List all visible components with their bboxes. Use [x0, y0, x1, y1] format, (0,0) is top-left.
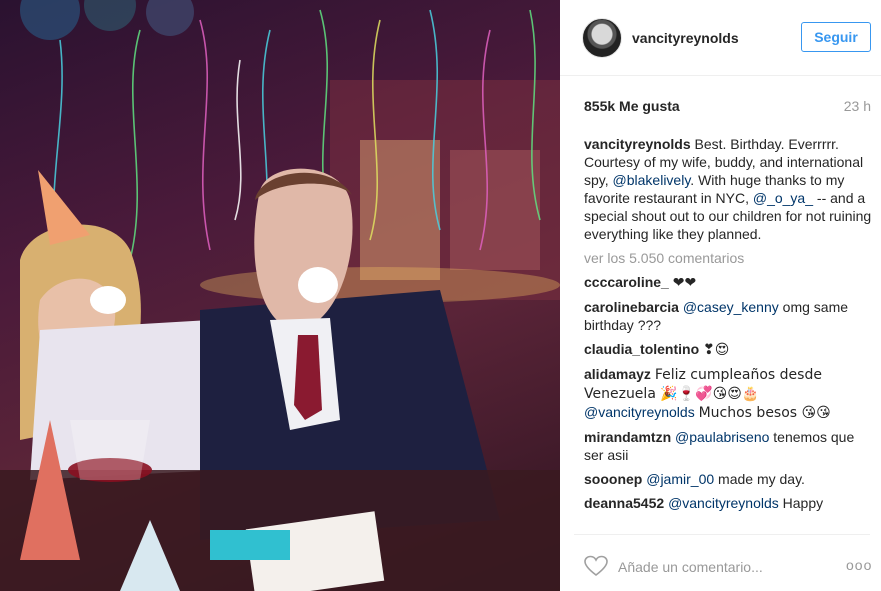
comment-item: sooonep @jamir_00 made my day. — [584, 470, 872, 488]
comment-footer: Añade un comentario... ooo — [574, 534, 872, 591]
comment-username[interactable]: claudia_tolentino — [584, 341, 699, 357]
comment-text: Happy — [782, 495, 824, 511]
comment-mention[interactable]: @paulabriseno — [675, 429, 769, 445]
comment-item: carolinebarcia @casey_kenny omg same bir… — [584, 298, 872, 334]
comment-mention[interactable]: @casey_kenny — [683, 299, 779, 315]
caption-username[interactable]: vancityreynolds — [584, 136, 691, 152]
heart-icon[interactable] — [584, 555, 608, 577]
comment-mention[interactable]: @jamir_00 — [646, 471, 714, 487]
comment-username[interactable]: sooonep — [584, 471, 642, 487]
caption-mention[interactable]: @blakelively — [613, 172, 691, 188]
comment-item: @vancityreynolds Muchos besos 😘😘 — [584, 403, 872, 422]
comment-username[interactable]: carolinebarcia — [584, 299, 679, 315]
comment-mention[interactable]: @vancityreynolds — [668, 495, 779, 511]
add-comment-input[interactable]: Añade un comentario... — [618, 559, 763, 575]
post-timestamp[interactable]: 23 h — [844, 98, 871, 114]
post-caption: vancityreynolds Best. Birthday. Everrrrr… — [584, 135, 872, 243]
comment-item: mirandamtzn @paulabriseno tenemos que se… — [584, 428, 872, 464]
likes-count[interactable]: 855k Me gusta — [584, 98, 680, 114]
comment-item: alidamayz Feliz cumpleaños desde Venezue… — [584, 365, 872, 403]
caption-mention[interactable]: @_o_ya_ — [753, 190, 813, 206]
comment-mention[interactable]: @vancityreynolds — [584, 404, 695, 420]
comments-list: vancityreynolds Best. Birthday. Everrrrr… — [584, 135, 872, 518]
post-header: vancityreynolds Seguir — [560, 0, 881, 76]
comment-username[interactable]: deanna5452 — [584, 495, 664, 511]
comment-item: deanna5452 @vancityreynolds Happy — [584, 494, 872, 512]
view-all-comments-link[interactable]: ver los 5.050 comentarios — [584, 249, 872, 267]
follow-button[interactable]: Seguir — [801, 22, 871, 52]
comment-text: made my day. — [718, 471, 805, 487]
comment-text: ❤❤ — [672, 275, 697, 291]
post-details-panel: vancityreynolds Seguir 855k Me gusta 23 … — [560, 0, 881, 591]
more-options-icon[interactable]: ooo — [846, 557, 872, 573]
comment-item: ccccaroline_ ❤❤ — [584, 273, 872, 292]
post-photo[interactable] — [0, 0, 560, 591]
comment-text: Muchos besos 😘😘 — [698, 405, 831, 421]
comment-text: ❣😍 — [703, 342, 730, 358]
party-photo-illustration — [0, 0, 560, 591]
avatar[interactable] — [582, 18, 622, 58]
comment-username[interactable]: alidamayz — [584, 366, 651, 382]
comment-username[interactable]: ccccaroline_ — [584, 274, 669, 290]
comment-username[interactable]: mirandamtzn — [584, 429, 671, 445]
comment-item: claudia_tolentino ❣😍 — [584, 340, 872, 359]
author-username[interactable]: vancityreynolds — [632, 30, 739, 46]
